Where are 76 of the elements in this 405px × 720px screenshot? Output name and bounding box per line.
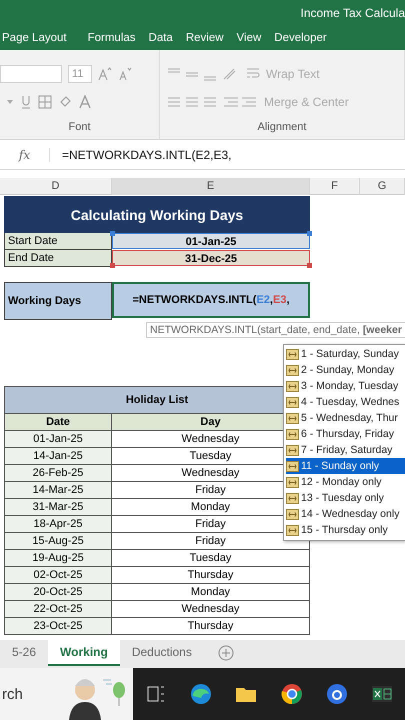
sheet-tab[interactable]: 5-26 [0,640,48,664]
function-label[interactable]: fx [0,148,50,162]
group-label: Alignment [258,121,306,133]
grow-font-icon[interactable] [98,67,112,81]
formula-cell[interactable]: =NETWORKDAYS.INTL(E2,E3, [112,282,310,318]
table-cell: Thursday [112,618,310,635]
group-label: Font [68,121,90,133]
table-cell: 15-Aug-25 [4,533,112,550]
menu-item[interactable]: 2 - Sunday, Monday [286,362,405,378]
menu-item[interactable]: 11 - Sunday only [286,458,405,474]
table-cell: Start Date [4,233,112,250]
double-arrow-icon [286,460,299,472]
table-cell: Thursday [112,567,310,584]
menu-item[interactable]: 1 - Saturday, Sunday [286,346,405,362]
table-cell: Friday [112,533,310,550]
ribbon-tab[interactable]: Page Layout [0,32,78,44]
double-arrow-icon [286,476,299,488]
menu-item[interactable]: 3 - Monday, Tuesday [286,378,405,394]
table-cell: 14-Mar-25 [4,482,112,499]
indent-icon[interactable] [222,95,258,109]
double-arrow-icon [286,364,299,376]
double-arrow-icon [286,444,299,456]
column-header[interactable]: F [310,178,360,195]
underline-icon[interactable] [20,95,32,109]
double-arrow-icon [286,348,299,360]
table-cell: 01-Jan-25 [4,431,112,448]
double-arrow-icon [286,508,299,520]
table-cell: 19-Aug-25 [4,550,112,567]
ribbon-tab[interactable]: View [234,32,272,44]
double-arrow-icon [286,428,299,440]
table-cell: 31-Mar-25 [4,499,112,516]
double-arrow-icon [286,396,299,408]
table-cell: 22-Oct-25 [4,601,112,618]
table-cell: End Date [4,250,112,267]
table-cell: 14-Jan-25 [4,448,112,465]
ribbon-tab[interactable]: Developer [272,32,338,44]
column-header[interactable]: E [112,178,310,195]
table-cell: 01-Jan-25 [112,233,310,249]
font-name-field[interactable] [0,65,62,83]
window-title: Income Tax Calcula [300,6,405,20]
table-cell: Monday [112,584,310,601]
table-cell: 26-Feb-25 [4,465,112,482]
menu-item[interactable]: 4 - Tuesday, Wednes [286,394,405,410]
align-icon[interactable] [166,67,216,81]
table-cell: 20-Oct-25 [4,584,112,601]
add-sheet-icon[interactable] [218,645,234,661]
shrink-font-icon[interactable] [118,67,132,81]
table-cell: 18-Apr-25 [4,516,112,533]
font-color-icon[interactable] [78,95,92,109]
double-arrow-icon [286,492,299,504]
ribbon-tab[interactable]: Data [146,32,184,44]
sheet-tab[interactable]: Working [48,640,120,666]
double-arrow-icon [286,524,299,536]
browser-icon[interactable] [188,682,213,706]
ribbon-tab[interactable]: Formulas [86,32,147,44]
align-icon[interactable] [166,95,216,109]
fill-color-icon[interactable] [58,95,72,109]
table-cell: Wednesday [112,601,310,618]
caret-icon[interactable] [6,98,14,106]
browser-icon[interactable] [280,682,304,706]
table-cell: Working Days [4,282,112,320]
ribbon-tab[interactable]: Review [184,32,235,44]
column-heading: Date [4,414,112,431]
sheet-tab[interactable]: Deductions [120,640,204,664]
double-arrow-icon [286,412,299,424]
column-header[interactable]: G [360,178,405,195]
borders-icon[interactable] [38,95,52,109]
formula-field[interactable]: =NETWORKDAYS.INTL(E2,E3, [50,148,232,162]
app-icon[interactable] [324,682,349,706]
table-cell: 23-Oct-25 [4,618,112,635]
function-tooltip: NETWORKDAYS.INTL(start_date, end_date, [weeker [146,322,405,338]
sheet-title: Calculating Working Days [4,196,310,233]
table-cell: 02-Oct-25 [4,567,112,584]
double-arrow-icon [286,380,299,392]
table-cell: 31-Dec-25 [112,250,310,266]
table-cell: Tuesday [112,550,310,567]
